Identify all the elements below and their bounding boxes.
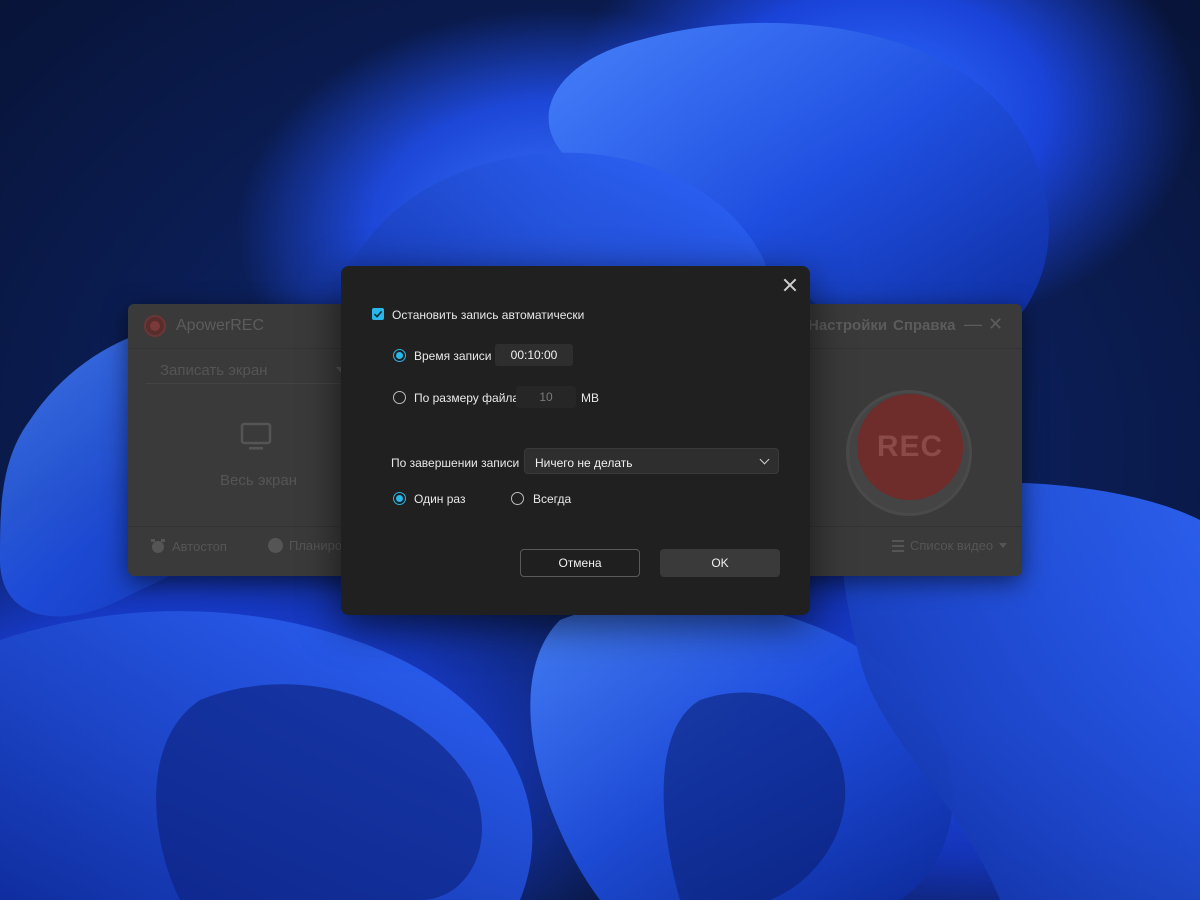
menu-help[interactable]: Справка: [893, 317, 955, 334]
list-icon: [892, 539, 904, 552]
autostop-button[interactable]: Автостоп: [150, 538, 227, 554]
stop-automatically-label: Остановить запись автоматически: [392, 308, 585, 322]
record-duration-field[interactable]: [495, 344, 573, 366]
rec-button[interactable]: REC: [857, 394, 963, 500]
on-finish-label: По завершении записи: [391, 456, 520, 470]
app-close-button[interactable]: ✕: [988, 314, 1003, 335]
video-list-button[interactable]: Список видео: [892, 538, 1008, 553]
stop-automatically-checkbox[interactable]: [372, 308, 384, 320]
rec-label: REC: [876, 430, 944, 463]
video-list-label: Список видео: [910, 538, 994, 553]
radio-by-time[interactable]: [393, 349, 406, 362]
scheduler-label: Планиро: [289, 538, 343, 553]
clock-icon: [268, 538, 283, 553]
on-finish-select[interactable]: Ничего не делать: [524, 448, 779, 474]
menu-settings[interactable]: Настройки: [808, 317, 887, 334]
always-label: Всегда: [533, 492, 572, 506]
radio-always[interactable]: [511, 492, 524, 505]
radio-by-file-size[interactable]: [393, 391, 406, 404]
autostop-label: Автостоп: [172, 538, 227, 554]
monitor-icon: [240, 422, 272, 450]
by-time-label: Время записи: [414, 349, 492, 363]
close-icon[interactable]: [779, 274, 801, 296]
on-finish-value: Ничего не делать: [535, 456, 633, 470]
record-mode-value: Записать экран: [160, 362, 268, 379]
record-mode-select[interactable]: Записать экран: [146, 356, 346, 384]
alarm-clock-icon: [151, 539, 165, 553]
scheduler-button[interactable]: Планиро: [268, 538, 342, 553]
once-label: Один раз: [414, 492, 466, 506]
app-title: ApowerREC: [176, 317, 265, 334]
ok-button[interactable]: OK: [660, 549, 780, 577]
minimize-button[interactable]: —: [964, 314, 982, 335]
file-size-field[interactable]: [516, 386, 576, 408]
radio-once[interactable]: [393, 492, 406, 505]
file-size-unit: MB: [581, 391, 599, 405]
cancel-button[interactable]: Отмена: [520, 549, 640, 577]
apowerrec-logo: [144, 315, 166, 337]
checkmark-icon: [373, 310, 383, 318]
autostop-dialog: Остановить запись автоматически Время за…: [341, 266, 810, 615]
chevron-down-icon: [999, 543, 1008, 548]
area-label: Весь экран: [220, 472, 298, 489]
by-file-size-label: По размеру файла: [414, 391, 520, 405]
chevron-down-icon: [759, 454, 770, 465]
